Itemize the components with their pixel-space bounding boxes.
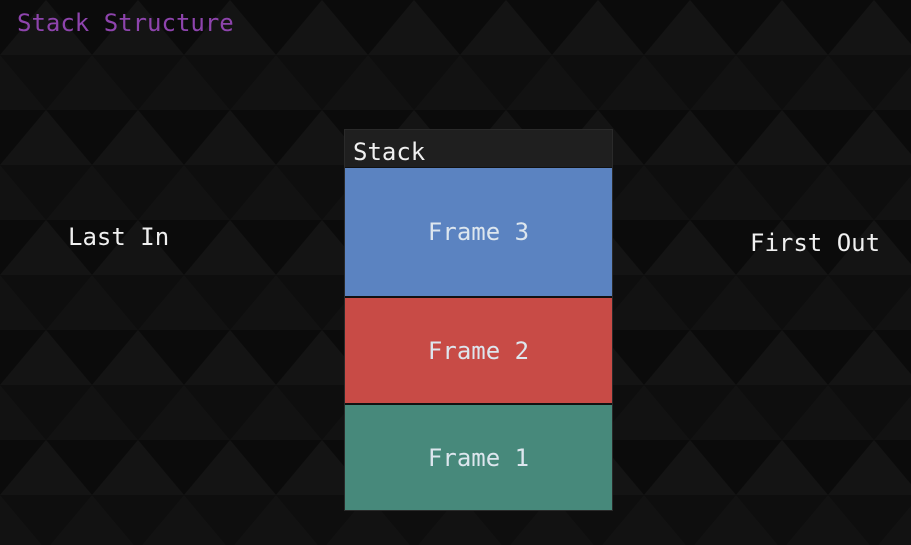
- first-out-label: First Out: [750, 229, 881, 257]
- stack-frame-3: Frame 3: [345, 168, 612, 296]
- last-in-label: Last In: [68, 223, 170, 251]
- stack-header: Stack: [345, 130, 612, 167]
- stack-frame-2: Frame 2: [345, 298, 612, 403]
- frame-label: Frame 2: [427, 336, 530, 365]
- frame-label: Frame 1: [427, 443, 530, 472]
- stack-frame-1: Frame 1: [345, 405, 612, 510]
- stack-header-label: Stack: [353, 138, 426, 166]
- diagram-title: Stack Structure: [17, 9, 234, 37]
- frame-label: Frame 3: [427, 218, 530, 246]
- stack-container: Stack Frame 3 Frame 2 Frame 1: [344, 129, 613, 511]
